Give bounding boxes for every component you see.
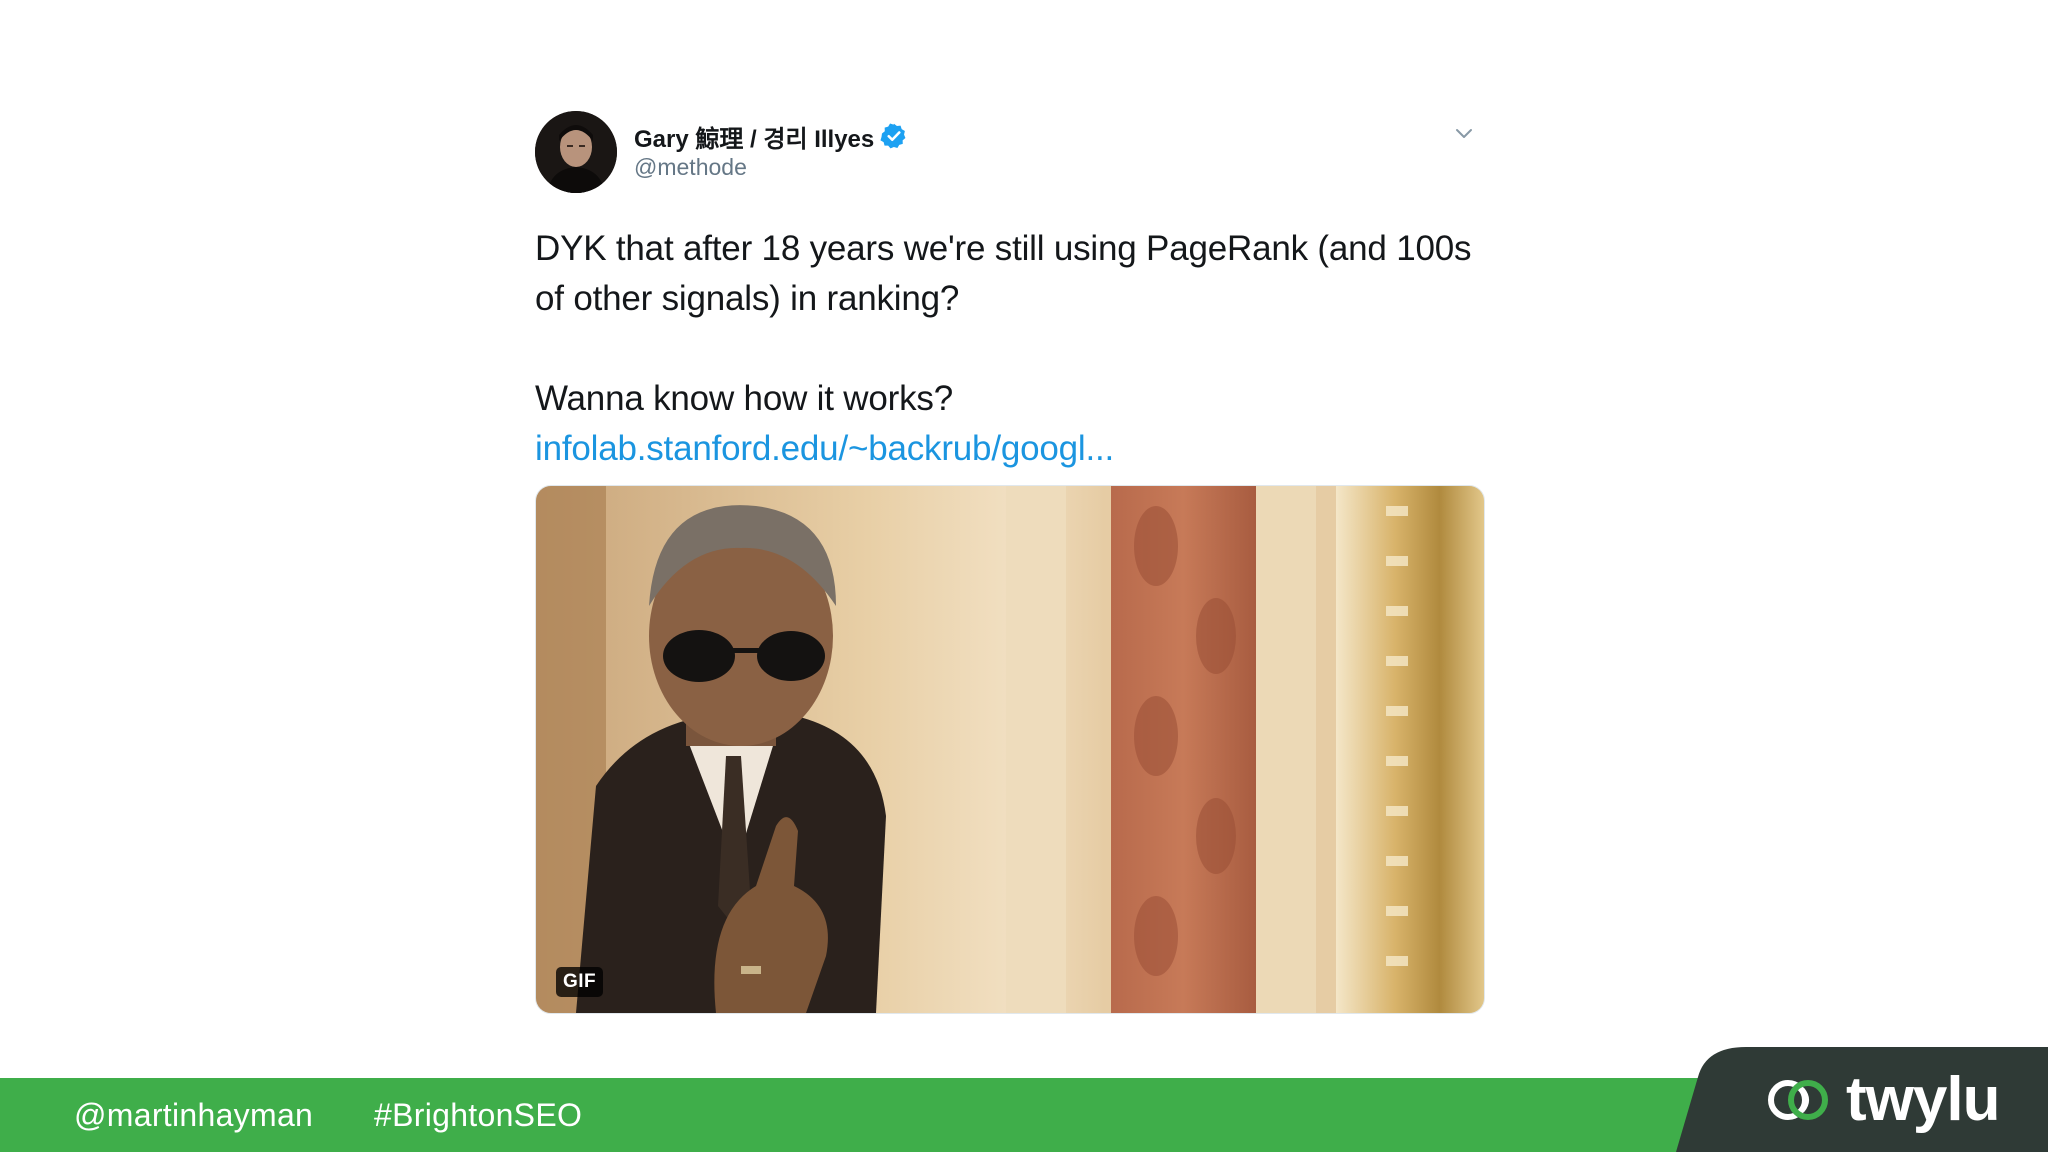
brand-tab: twylu	[1676, 1047, 2048, 1152]
tweet-paragraph-2: Wanna know how it works?	[535, 379, 953, 418]
author-name-row: Gary 鯨理 / 경리 Illyes	[634, 119, 908, 154]
author-name[interactable]: Gary 鯨理 / 경리 Illyes	[634, 119, 874, 154]
tweet-header: Gary 鯨理 / 경리 Illyes @methode	[535, 108, 1485, 196]
footer-twitter-handle: @martinhayman	[74, 1097, 314, 1133]
tweet-card: Gary 鯨理 / 경리 Illyes @methode DYK that af…	[535, 108, 1485, 1014]
tweet-text: DYK that after 18 years we're still usin…	[535, 224, 1485, 474]
tweet-paragraph-1: DYK that after 18 years we're still usin…	[535, 229, 1472, 318]
avatar-portrait	[535, 111, 617, 193]
author-avatar[interactable]	[535, 111, 617, 193]
tweet-media-gif[interactable]: GIF	[535, 485, 1485, 1014]
slide: Gary 鯨理 / 경리 Illyes @methode DYK that af…	[0, 0, 2048, 1152]
footer-hashtag: #BrightonSEO	[374, 1097, 583, 1133]
tweet-link[interactable]: infolab.stanford.edu/~backrub/googl...	[535, 424, 1485, 474]
twylu-logo-icon	[1764, 1076, 1832, 1124]
author-info: Gary 鯨理 / 경리 Illyes @methode	[634, 120, 908, 181]
gif-image	[536, 486, 1484, 1013]
author-handle[interactable]: @methode	[634, 154, 908, 181]
brand-name: twylu	[1846, 1065, 2000, 1134]
gif-badge: GIF	[556, 967, 604, 997]
chevron-down-icon[interactable]	[1453, 122, 1475, 144]
verified-badge-icon	[880, 122, 908, 150]
brand-logo: twylu	[1764, 1065, 2000, 1134]
